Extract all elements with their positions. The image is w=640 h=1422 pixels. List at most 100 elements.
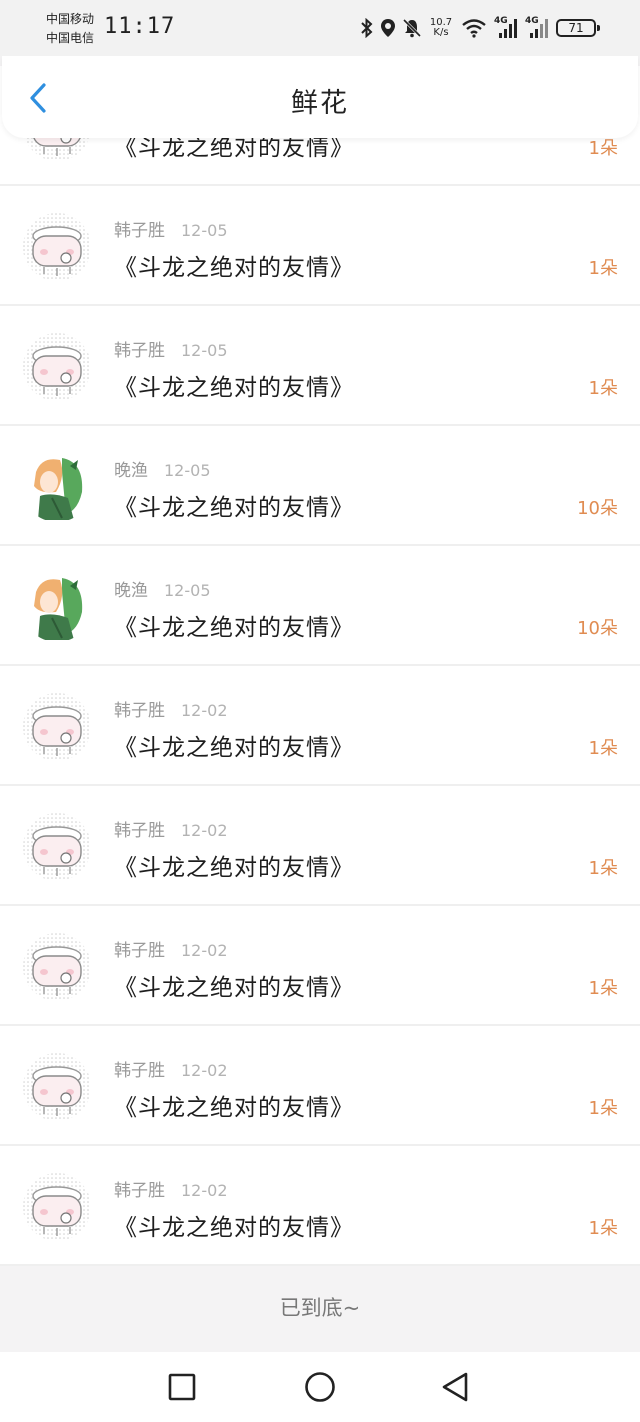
list-item[interactable]: 晚渔 12-05 《斗龙之绝对的友情》 10朵 <box>0 546 640 666</box>
signal-2: 4G <box>525 17 549 39</box>
status-bar: 中国移动 中国电信 11:17 10.7 K/s 4G 4G 71 <box>0 0 640 56</box>
signal-1: 4G <box>494 17 518 39</box>
user-name[interactable]: 韩子胜 <box>114 821 165 841</box>
signal-1-label: 4G <box>494 16 508 26</box>
item-date: 12-05 <box>164 461 211 480</box>
wifi-icon <box>461 18 487 38</box>
network-speed-unit: K/s <box>433 27 449 38</box>
bluetooth-icon <box>361 18 373 38</box>
network-speed: 10.7 K/s <box>428 18 454 38</box>
anime-avatar-icon <box>22 572 92 642</box>
avatar[interactable] <box>22 332 92 402</box>
list-item[interactable]: 韩子胜 12-05 《斗龙之绝对的友情》 1朵 <box>0 186 640 306</box>
book-title[interactable]: 《斗龙之绝对的友情》 <box>114 608 354 642</box>
header-bar: 鲜花 <box>2 56 638 138</box>
avatar[interactable] <box>22 812 92 882</box>
list-item[interactable]: 韩子胜 12-05 《斗龙之绝对的友情》 1朵 <box>0 306 640 426</box>
book-title[interactable]: 《斗龙之绝对的友情》 <box>114 368 354 402</box>
item-meta: 韩子胜 12-05 <box>114 336 228 361</box>
flower-count: 1朵 <box>588 858 618 879</box>
avatar[interactable] <box>22 452 92 522</box>
item-meta: 韩子胜 12-02 <box>114 936 228 961</box>
carrier-info: 中国移动 中国电信 <box>46 10 94 48</box>
user-name[interactable]: 晚渔 <box>114 461 148 481</box>
flower-count: 1朵 <box>588 978 618 999</box>
square-icon <box>168 1373 196 1401</box>
page-title: 鲜花 <box>291 88 349 119</box>
flower-count: 1朵 <box>588 738 618 759</box>
item-date: 12-02 <box>181 821 228 840</box>
list-item[interactable]: 韩子胜 12-02 《斗龙之绝对的友情》 1朵 <box>0 906 640 1026</box>
item-meta: 晚渔 12-05 <box>114 576 211 601</box>
anime-avatar-icon <box>22 452 92 522</box>
avatar[interactable] <box>22 692 92 762</box>
location-icon <box>380 18 396 38</box>
book-title[interactable]: 《斗龙之绝对的友情》 <box>114 1208 354 1242</box>
user-name[interactable]: 韩子胜 <box>114 701 165 721</box>
recent-apps-button[interactable] <box>164 1369 200 1405</box>
flower-count: 1朵 <box>588 1218 618 1239</box>
book-title[interactable]: 《斗龙之绝对的友情》 <box>114 248 354 282</box>
item-meta: 韩子胜 12-02 <box>114 1056 228 1081</box>
user-name[interactable]: 晚渔 <box>114 581 148 601</box>
circle-icon <box>305 1372 335 1402</box>
cartoon-avatar-icon <box>22 692 92 762</box>
item-date: 12-05 <box>164 581 211 600</box>
system-nav-bar <box>0 1352 640 1422</box>
avatar[interactable] <box>22 1172 92 1242</box>
flower-count: 10朵 <box>577 498 618 519</box>
item-meta: 晚渔 12-05 <box>114 456 211 481</box>
item-date: 12-02 <box>181 701 228 720</box>
user-name[interactable]: 韩子胜 <box>114 1181 165 1201</box>
avatar[interactable] <box>22 932 92 1002</box>
status-icons: 10.7 K/s 4G 4G 71 <box>361 14 600 42</box>
cartoon-avatar-icon <box>22 1172 92 1242</box>
item-date: 12-02 <box>181 941 228 960</box>
item-date: 12-05 <box>181 341 228 360</box>
item-date: 12-05 <box>181 221 228 240</box>
carrier-2: 中国电信 <box>46 31 95 45</box>
battery-indicator: 71 <box>556 19 600 37</box>
book-title[interactable]: 《斗龙之绝对的友情》 <box>114 728 354 762</box>
home-button[interactable] <box>302 1369 338 1405</box>
flower-count: 10朵 <box>577 618 618 639</box>
user-name[interactable]: 韩子胜 <box>114 941 165 961</box>
avatar[interactable] <box>22 572 92 642</box>
avatar[interactable] <box>22 1052 92 1122</box>
cartoon-avatar-icon <box>22 1052 92 1122</box>
battery-level: 71 <box>568 21 584 35</box>
mute-bell-icon <box>403 18 421 38</box>
book-title[interactable]: 《斗龙之绝对的友情》 <box>114 968 354 1002</box>
cartoon-avatar-icon <box>22 812 92 882</box>
user-name[interactable]: 韩子胜 <box>114 341 165 361</box>
cartoon-avatar-icon <box>22 932 92 1002</box>
user-name[interactable]: 韩子胜 <box>114 221 165 241</box>
cartoon-avatar-icon <box>22 332 92 402</box>
item-meta: 韩子胜 12-02 <box>114 816 228 841</box>
user-name[interactable]: 韩子胜 <box>114 1061 165 1081</box>
list-item[interactable]: 韩子胜 12-02 《斗龙之绝对的友情》 1朵 <box>0 1146 640 1266</box>
list-item[interactable]: 晚渔 12-05 《斗龙之绝对的友情》 10朵 <box>0 426 640 546</box>
status-time: 11:17 <box>104 14 176 39</box>
item-meta: 韩子胜 12-02 <box>114 1176 228 1201</box>
carrier-1: 中国移动 <box>46 12 95 26</box>
flower-count: 1朵 <box>588 1098 618 1119</box>
item-meta: 韩子胜 12-02 <box>114 696 228 721</box>
cartoon-avatar-icon <box>22 212 92 282</box>
book-title[interactable]: 《斗龙之绝对的友情》 <box>114 1088 354 1122</box>
item-date: 12-02 <box>181 1061 228 1080</box>
list-item[interactable]: 韩子胜 12-02 《斗龙之绝对的友情》 1朵 <box>0 666 640 786</box>
book-title[interactable]: 《斗龙之绝对的友情》 <box>114 488 354 522</box>
book-title[interactable]: 《斗龙之绝对的友情》 <box>114 848 354 882</box>
list-item[interactable]: 韩子胜 12-02 《斗龙之绝对的友情》 1朵 <box>0 1026 640 1146</box>
nav-back-button[interactable] <box>437 1369 473 1405</box>
flower-count: 1朵 <box>588 258 618 279</box>
flower-list: 《斗龙之绝对的友情》 1朵 韩子胜 12-05 《斗龙之绝对的友情》 1朵 韩子胜… <box>0 66 640 1266</box>
triangle-back-icon <box>442 1372 468 1402</box>
item-meta: 韩子胜 12-05 <box>114 216 228 241</box>
list-item[interactable]: 韩子胜 12-02 《斗龙之绝对的友情》 1朵 <box>0 786 640 906</box>
flower-count: 1朵 <box>588 378 618 399</box>
avatar[interactable] <box>22 212 92 282</box>
screen: 中国移动 中国电信 11:17 10.7 K/s 4G 4G 71 鲜花 《斗龙… <box>0 0 640 1422</box>
end-of-list-text: 已到底~ <box>279 1296 361 1320</box>
